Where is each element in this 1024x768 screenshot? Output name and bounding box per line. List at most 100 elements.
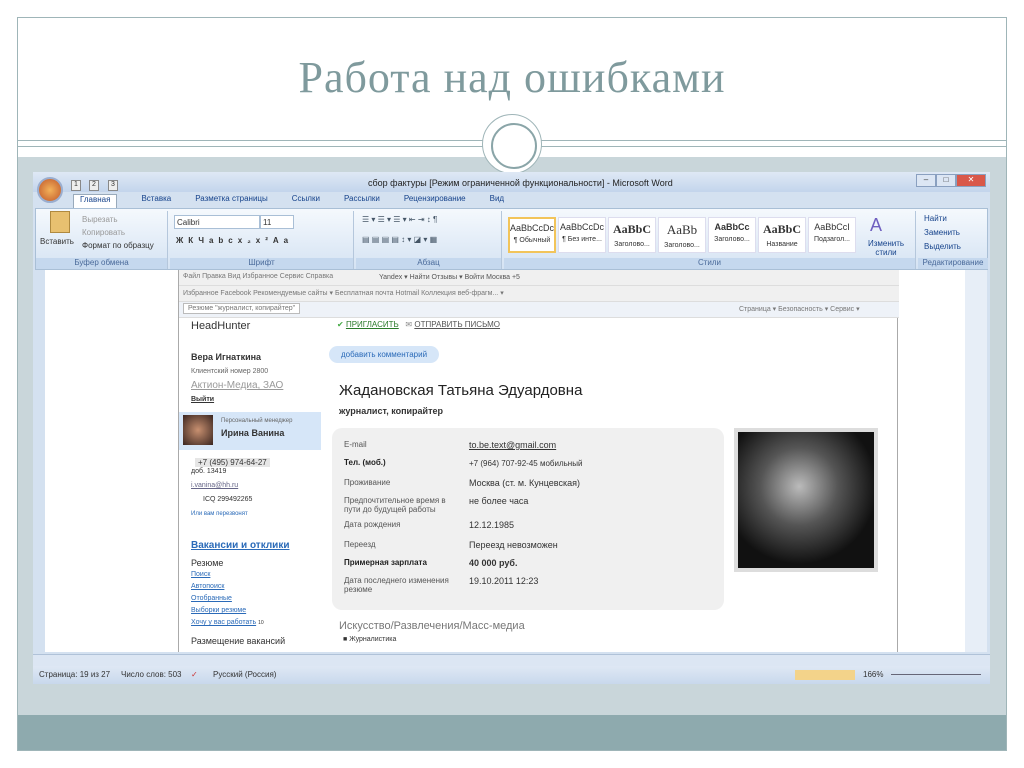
- title-bar: сбор фактуры [Режим ограниченной функцио…: [33, 172, 990, 192]
- superscript-button[interactable]: x²: [256, 236, 273, 245]
- cut-button[interactable]: Вырезать: [82, 215, 118, 224]
- candidate-photo: [734, 428, 878, 572]
- nav-link-autosearch[interactable]: Автопоиск: [191, 583, 224, 590]
- field-value: 12.12.1985: [469, 520, 515, 530]
- company-link[interactable]: Актион-Медиа, ЗАО: [191, 380, 283, 391]
- bold-button[interactable]: Ж: [176, 236, 188, 245]
- replace-button[interactable]: Заменить: [924, 228, 960, 237]
- field-label: E-mail: [344, 440, 367, 449]
- group-label: Стили: [504, 258, 915, 269]
- browser-tab[interactable]: Резюме "журналист, копирайтер": [183, 303, 301, 314]
- tab-insert[interactable]: Вставка: [141, 194, 171, 208]
- nav-link-want[interactable]: Хочу у вас работать 10: [191, 619, 264, 626]
- qa-key[interactable]: 2: [89, 180, 99, 191]
- browser-menu[interactable]: Файл Правка Вид Избранное Сервис Справка: [183, 273, 333, 280]
- field-value: Переезд невозможен: [469, 540, 558, 550]
- field-value: 19.10.2011 12:23: [469, 576, 539, 586]
- font-group: Calibri 11 ЖКЧabcx₂x²Aa Шрифт: [170, 211, 354, 269]
- browser-commands: Страница ▾ Безопасность ▾ Сервис ▾: [739, 306, 860, 313]
- format-buttons[interactable]: ЖКЧabcx₂x²Aa: [176, 236, 293, 245]
- horizontal-scrollbar[interactable]: [33, 654, 990, 666]
- font-name-select[interactable]: Calibri: [174, 215, 260, 229]
- tab-mailings[interactable]: Рассылки: [344, 194, 380, 208]
- list-buttons[interactable]: ☰ ▾ ☰ ▾ ☰ ▾ ⇤ ⇥ ↕ ¶: [362, 215, 437, 224]
- tab-references[interactable]: Ссылки: [292, 194, 320, 208]
- field-label: Предпочтительное время в пути до будущей…: [344, 496, 446, 514]
- underline-button[interactable]: Ч: [198, 236, 209, 245]
- tab-home[interactable]: Главная: [73, 194, 118, 208]
- tab-view[interactable]: Вид: [490, 194, 504, 208]
- zoom-level[interactable]: 166%: [863, 670, 883, 679]
- align-buttons[interactable]: ▤ ▤ ▤ ▤ ↕ ▾ ◪ ▾ ▦: [362, 235, 437, 244]
- hh-sidebar: HeadHunter Вера Игнаткина Клиентский ном…: [179, 318, 321, 652]
- nav-link-samples[interactable]: Выборки резюме: [191, 607, 246, 614]
- style-title[interactable]: AaBbC Название: [758, 217, 806, 253]
- window-title: сбор фактуры [Режим ограниченной функцио…: [368, 178, 673, 188]
- style-heading3[interactable]: AaBbCc Заголово...: [708, 217, 756, 253]
- zoom-slider[interactable]: [891, 674, 981, 675]
- group-label: Шрифт: [170, 258, 353, 269]
- vertical-scrollbar[interactable]: [965, 270, 987, 652]
- document-area: Файл Правка Вид Избранное Сервис Справка…: [45, 270, 965, 652]
- qa-key[interactable]: 1: [71, 180, 81, 191]
- candidate-name: Жадановская Татьяна Эдуардовна: [339, 382, 583, 399]
- client-number: Клиентский номер 2800: [191, 368, 269, 375]
- word-count[interactable]: Число слов: 503: [121, 670, 181, 679]
- browser-toolbar[interactable]: Yandex ▾ Найти Отзывы ▾ Войти Москва +5: [379, 273, 520, 281]
- vacancy-posting-heading: Размещение вакансий: [191, 636, 286, 646]
- qa-key[interactable]: 3: [108, 180, 118, 191]
- page-count[interactable]: Страница: 19 из 27: [39, 670, 110, 679]
- field-label: Проживание: [344, 478, 391, 487]
- format-painter-button[interactable]: Формат по образцу: [82, 241, 154, 250]
- field-label: Дата рождения: [344, 520, 401, 529]
- callback-link[interactable]: Или вам перезвонят: [191, 511, 248, 517]
- paragraph-group: ☰ ▾ ☰ ▾ ☰ ▾ ⇤ ⇥ ↕ ¶ ▤ ▤ ▤ ▤ ↕ ▾ ◪ ▾ ▦ Аб…: [356, 211, 502, 269]
- change-styles-button[interactable]: Изменить стили: [864, 239, 908, 257]
- spellcheck-icon[interactable]: ✓: [191, 670, 198, 679]
- copy-button[interactable]: Копировать: [82, 228, 125, 237]
- slide-title: Работа над ошибками: [298, 53, 726, 102]
- strike-button[interactable]: abc: [209, 236, 238, 245]
- nav-link-search[interactable]: Поиск: [191, 571, 210, 578]
- vacancies-link[interactable]: Вакансии и отклики: [191, 540, 290, 551]
- manager-email[interactable]: i.vanina@hh.ru: [191, 482, 238, 489]
- field-value: не более часа: [469, 496, 529, 506]
- minimize-button[interactable]: –: [916, 174, 936, 187]
- style-normal[interactable]: AaBbCcDc ¶ Обычный: [508, 217, 556, 253]
- salary-value: 40 000 руб.: [469, 558, 518, 568]
- italic-button[interactable]: К: [188, 236, 198, 245]
- email-link[interactable]: to.be.text@gmail.com: [469, 440, 556, 450]
- find-button[interactable]: Найти: [924, 214, 947, 223]
- office-button[interactable]: [37, 177, 63, 203]
- case-button[interactable]: Aa: [273, 236, 293, 245]
- candidate-position: журналист, копирайтер: [339, 406, 443, 416]
- tab-layout[interactable]: Разметка страницы: [195, 194, 268, 208]
- resume-heading: Резюме: [191, 558, 224, 568]
- circle-ornament: [482, 114, 542, 174]
- maximize-button[interactable]: □: [936, 174, 956, 187]
- style-heading1[interactable]: AaBbC Заголово...: [608, 217, 656, 253]
- logout-link[interactable]: Выйти: [191, 396, 214, 403]
- subscript-button[interactable]: x₂: [238, 236, 256, 245]
- industry-item: ■ Журналистика: [343, 636, 397, 643]
- style-subtitle[interactable]: AaBbCcI Подзагол...: [808, 217, 856, 253]
- paste-icon: [50, 211, 70, 233]
- close-button[interactable]: ✕: [956, 174, 986, 187]
- language[interactable]: Русский (Россия): [213, 670, 276, 679]
- resume-main: ✔ ПРИГЛАСИТЬ ✉ ОТПРАВИТЬ ПИСЬМО добавить…: [329, 318, 889, 652]
- nav-link-selected[interactable]: Отобранные: [191, 595, 232, 602]
- paste-button[interactable]: Вставить: [40, 237, 74, 246]
- contact-card: E-mail to.be.text@gmail.com Тел. (моб.) +7…: [332, 428, 724, 610]
- add-comment-button[interactable]: добавить комментарий: [329, 346, 440, 363]
- style-heading2[interactable]: AaBb Заголово...: [658, 217, 706, 253]
- view-buttons[interactable]: [795, 670, 855, 680]
- invite-link[interactable]: ✔ ПРИГЛАСИТЬ ✉ ОТПРАВИТЬ ПИСЬМО: [337, 320, 500, 329]
- font-size-select[interactable]: 11: [260, 215, 294, 229]
- select-button[interactable]: Выделить: [924, 242, 961, 251]
- group-label: Буфер обмена: [36, 258, 167, 269]
- hh-logo: HeadHunter: [191, 320, 251, 332]
- document-page: Файл Правка Вид Избранное Сервис Справка…: [178, 270, 899, 652]
- phone-value: +7 (964) 707-92-45 мобильный: [469, 459, 583, 468]
- style-no-spacing[interactable]: AaBbCcDc ¶ Без инте...: [558, 217, 606, 253]
- tab-review[interactable]: Рецензирование: [404, 194, 466, 208]
